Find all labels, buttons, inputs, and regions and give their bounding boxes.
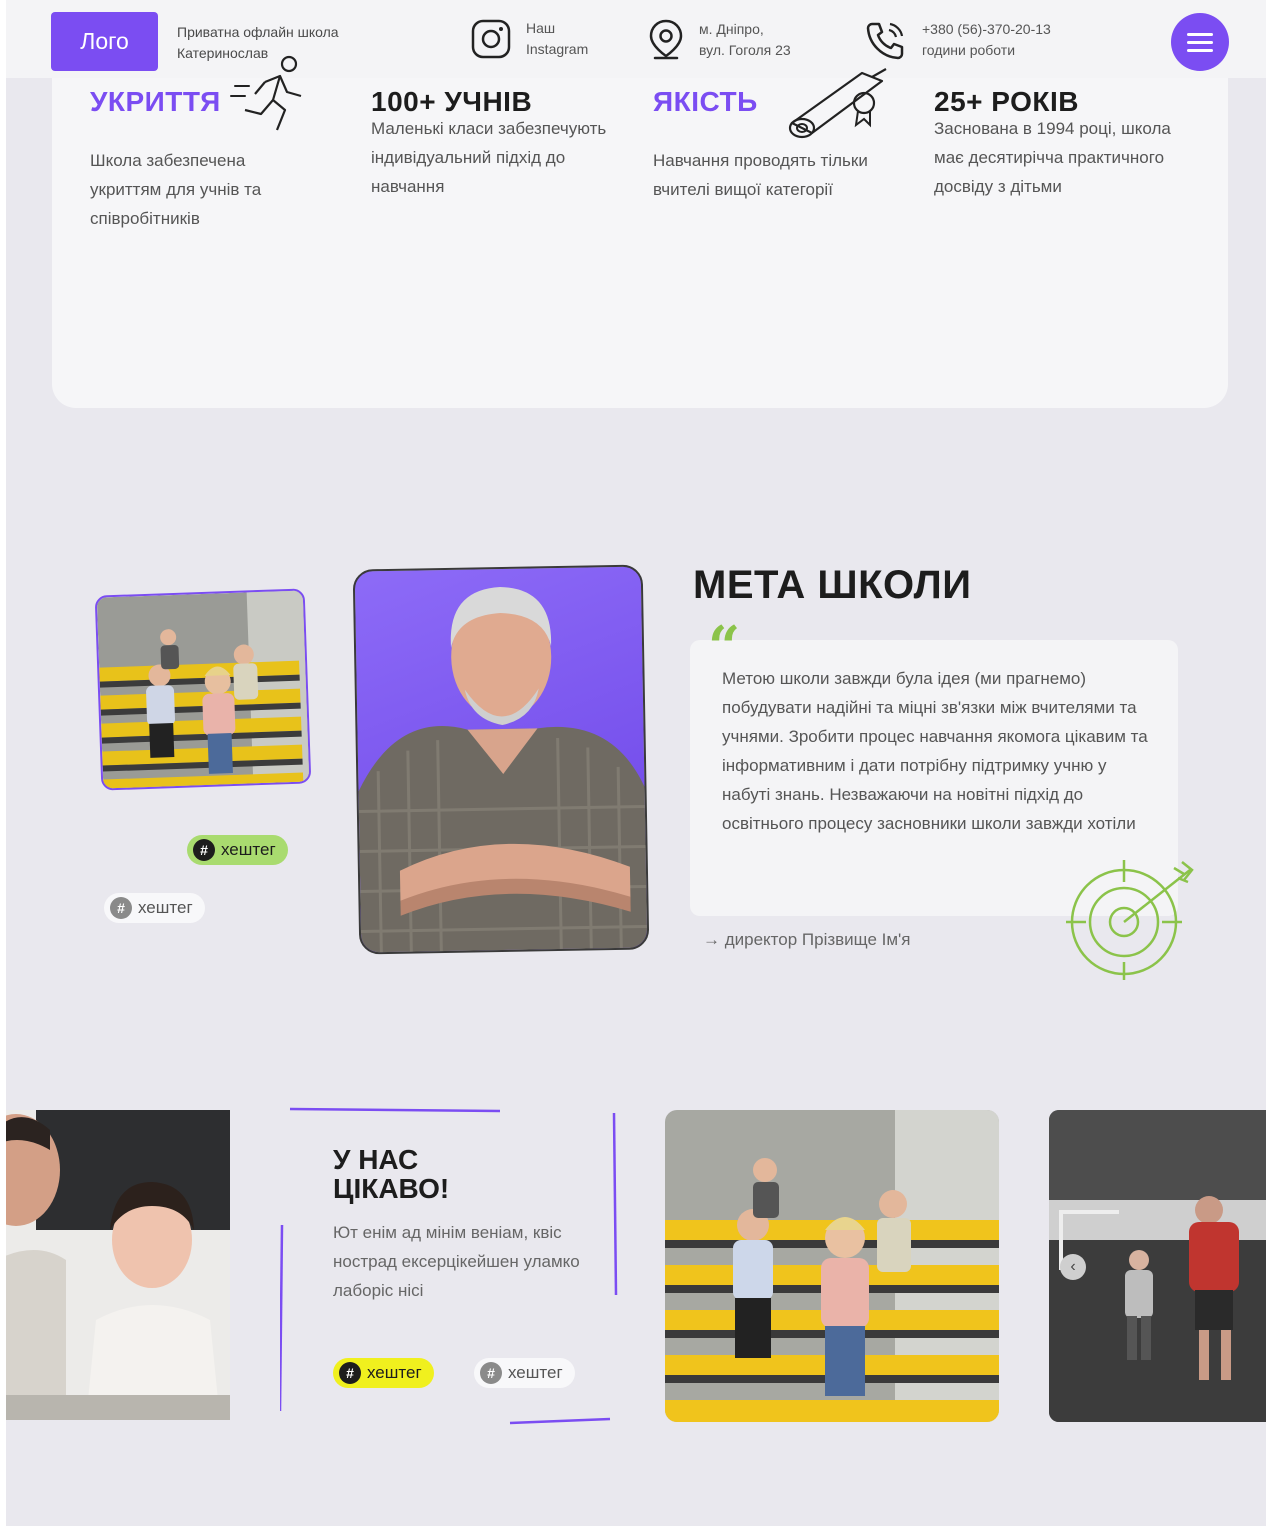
working-hours: години роботи	[922, 42, 1016, 58]
hashtag-label: хештег	[508, 1363, 563, 1382]
promo-title: У НАС ЦІКАВО!	[333, 1145, 553, 1203]
instagram-line2: Instagram	[526, 41, 589, 57]
address-line2: вул. Гоголя 23	[699, 42, 791, 58]
feature-title: УКРИТТЯ	[90, 86, 221, 117]
hash-icon: #	[339, 1362, 361, 1384]
feature-shelter: УКРИТТЯ Школа забезпечена укриттям для у…	[90, 55, 340, 233]
feature-desc: Заснована в 1994 році, школа має десятир…	[934, 119, 1171, 196]
phone-number: +380 (56)-370-20-13	[922, 21, 1051, 37]
location-pin-icon	[649, 19, 683, 60]
feature-years: 25+ РОКІВ Заснована в 1994 році, школа м…	[934, 72, 1184, 201]
chevron-left-icon: ‹	[1070, 1258, 1076, 1275]
instagram-line1: Наш	[526, 20, 556, 36]
hashtag-label: хештег	[367, 1363, 422, 1382]
feature-title-row: УКРИТТЯ	[90, 55, 340, 132]
hashtag-white[interactable]: # хештег	[104, 893, 205, 923]
mission-quote: Метою школи завжди була ідея (ми прагнем…	[722, 669, 1148, 833]
promo-title-line2: ЦІКАВО!	[333, 1173, 450, 1204]
hash-icon: #	[480, 1362, 502, 1384]
school-name-line1: Приватна офлайн школа	[177, 24, 339, 40]
director-portrait	[358, 586, 650, 955]
address-line1: м. Дніпро,	[699, 21, 764, 37]
hashtag-yellow[interactable]: # хештег	[333, 1358, 434, 1388]
promo-title-line1: У НАС	[333, 1144, 419, 1175]
instagram-link[interactable]: Наш Instagram	[470, 18, 588, 60]
feature-desc: Маленькі класи забезпечують індивідуальн…	[371, 119, 607, 196]
director-photo	[352, 564, 650, 955]
feature-title-row: ЯКІСТЬ	[653, 68, 903, 139]
carousel-prev-button[interactable]: ‹	[1060, 1254, 1086, 1280]
instagram-icon	[471, 19, 511, 59]
menu-button[interactable]	[1171, 13, 1229, 71]
logo[interactable]: Лого	[51, 12, 158, 71]
mission-title: МЕТА ШКОЛИ	[693, 563, 972, 607]
teacher-child-photo	[6, 1110, 230, 1420]
hashtag-label: хештег	[221, 840, 276, 859]
phone-info[interactable]: +380 (56)-370-20-13 години роботи	[864, 18, 1051, 62]
feature-desc: Навчання проводять тільки вчителі вищої …	[653, 151, 868, 199]
promo-text: Ют енім ад мінім веніам, квіс нострад ек…	[333, 1223, 580, 1300]
address-info[interactable]: м. Дніпро, вул. Гоголя 23	[647, 18, 791, 62]
running-man-icon	[229, 55, 302, 131]
photo-children-on-stairs	[96, 590, 312, 791]
phone-icon	[866, 22, 904, 60]
hash-icon: #	[110, 897, 132, 919]
children-stairs-photo	[94, 588, 312, 791]
diploma-icon	[788, 68, 887, 139]
target-arrow-icon	[1066, 860, 1194, 980]
hamburger-line	[1187, 40, 1213, 44]
hashtag-white[interactable]: # хештег	[474, 1358, 575, 1388]
hash-icon: #	[193, 839, 215, 861]
page: Лого Приватна офлайн школа Катеринослав …	[0, 0, 1269, 1526]
feature-students: 100+ УЧНІВ Маленькі класи забезпечують і…	[371, 72, 621, 201]
feature-desc: Школа забезпечена укриттям для учнів та …	[90, 151, 262, 228]
director-signature: → директор Прізвище Ім'я	[703, 930, 911, 949]
hashtag-green[interactable]: # хештег	[187, 835, 288, 865]
photo-children-on-stairs	[665, 1110, 999, 1422]
hamburger-icon	[1187, 32, 1213, 36]
feature-quality: ЯКІСТЬ Навчання проводять тільки вчителі…	[653, 68, 903, 204]
feature-title: ЯКІСТЬ	[653, 86, 758, 117]
children-stairs-photo-large	[665, 1110, 999, 1422]
photo-teacher-with-child	[6, 1110, 230, 1420]
hashtag-label: хештег	[138, 898, 193, 917]
hamburger-line	[1187, 48, 1213, 52]
